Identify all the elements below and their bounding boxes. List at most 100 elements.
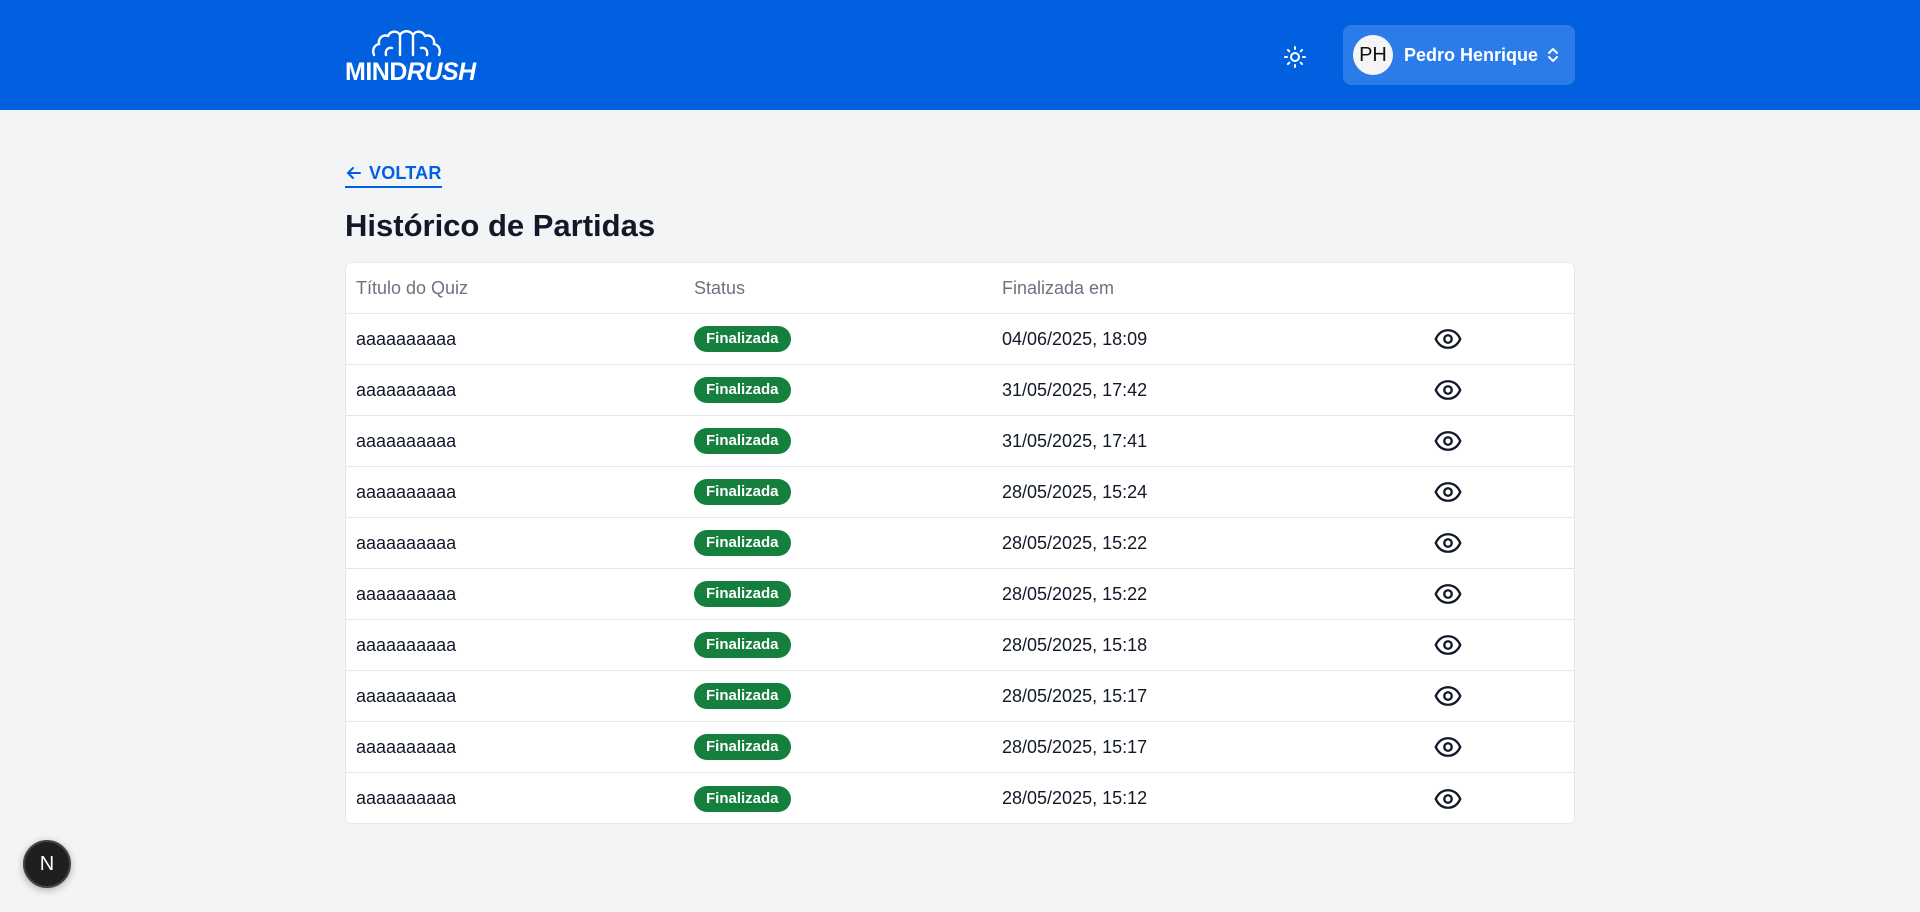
brand-wordmark: MINDRUSH bbox=[345, 58, 476, 86]
view-match-button[interactable] bbox=[1432, 425, 1464, 457]
actions-cell bbox=[1434, 680, 1574, 712]
actions-cell bbox=[1434, 476, 1574, 508]
status-badge: Finalizada bbox=[694, 530, 791, 556]
table-row: aaaaaaaaaa Finalizada 28/05/2025, 15:17 bbox=[346, 722, 1574, 773]
status-badge: Finalizada bbox=[694, 632, 791, 658]
back-link-label: VOLTAR bbox=[369, 162, 442, 183]
view-match-button[interactable] bbox=[1432, 527, 1464, 559]
quiz-title-cell: aaaaaaaaaa bbox=[356, 430, 457, 451]
table-row: aaaaaaaaaa Finalizada 04/06/2025, 18:09 bbox=[346, 314, 1574, 365]
status-badge: Finalizada bbox=[694, 428, 791, 454]
actions-cell bbox=[1434, 578, 1574, 610]
status-cell: Finalizada bbox=[694, 581, 1002, 607]
finished-at-cell: 28/05/2025, 15:18 bbox=[1002, 634, 1148, 655]
table-row: aaaaaaaaaa Finalizada 31/05/2025, 17:42 bbox=[346, 365, 1574, 416]
view-match-button[interactable] bbox=[1432, 374, 1464, 406]
arrow-left-icon bbox=[347, 167, 361, 179]
status-cell: Finalizada bbox=[694, 326, 1002, 352]
eye-icon bbox=[1434, 635, 1462, 655]
page-title: Histórico de Partidas bbox=[345, 208, 656, 243]
status-cell: Finalizada bbox=[694, 632, 1002, 658]
sun-icon bbox=[1284, 46, 1306, 68]
actions-cell bbox=[1434, 374, 1574, 406]
status-cell: Finalizada bbox=[694, 377, 1002, 403]
table-header-row: Título do Quiz Status Finalizada em bbox=[346, 263, 1574, 314]
table-row: aaaaaaaaaa Finalizada 31/05/2025, 17:41 bbox=[346, 416, 1574, 467]
status-cell: Finalizada bbox=[694, 785, 1002, 812]
eye-icon bbox=[1434, 380, 1462, 400]
brain-icon bbox=[372, 30, 441, 57]
status-cell: Finalizada bbox=[694, 479, 1002, 505]
finished-at-cell: 28/05/2025, 15:22 bbox=[1002, 532, 1148, 553]
view-match-button[interactable] bbox=[1432, 731, 1464, 763]
quiz-title-cell: aaaaaaaaaa bbox=[356, 379, 457, 400]
quiz-title-cell: aaaaaaaaaa bbox=[356, 736, 457, 757]
eye-icon bbox=[1434, 686, 1462, 706]
user-name: Pedro Henrique bbox=[1404, 44, 1539, 65]
nextjs-dev-badge[interactable]: N bbox=[23, 840, 71, 888]
status-badge: Finalizada bbox=[694, 581, 791, 607]
view-match-button[interactable] bbox=[1432, 783, 1464, 815]
view-match-button[interactable] bbox=[1432, 629, 1464, 661]
actions-cell bbox=[1434, 527, 1574, 559]
table-row: aaaaaaaaaa Finalizada 28/05/2025, 15:22 bbox=[346, 569, 1574, 620]
eye-icon bbox=[1434, 788, 1462, 809]
finished-at-cell: 28/05/2025, 15:24 bbox=[1002, 481, 1148, 502]
view-match-button[interactable] bbox=[1432, 680, 1464, 712]
status-cell: Finalizada bbox=[694, 530, 1002, 556]
quiz-title-cell: aaaaaaaaaa bbox=[356, 634, 457, 655]
view-match-button[interactable] bbox=[1432, 476, 1464, 508]
table-row: aaaaaaaaaa Finalizada 28/05/2025, 15:12 bbox=[346, 773, 1574, 823]
table-body: aaaaaaaaaa Finalizada 04/06/2025, 18:09 aaa… bbox=[346, 314, 1574, 823]
quiz-title-cell: aaaaaaaaaa bbox=[356, 532, 457, 553]
status-badge: Finalizada bbox=[694, 377, 791, 403]
eye-icon bbox=[1434, 533, 1462, 553]
status-badge: Finalizada bbox=[694, 683, 791, 709]
status-badge: Finalizada bbox=[694, 479, 791, 505]
status-cell: Finalizada bbox=[694, 683, 1002, 709]
user-menu-button[interactable]: PH Pedro Henrique bbox=[1343, 25, 1575, 85]
avatar: PH bbox=[1353, 35, 1393, 75]
actions-cell bbox=[1434, 731, 1574, 763]
actions-cell bbox=[1434, 323, 1574, 355]
view-match-button[interactable] bbox=[1432, 578, 1464, 610]
status-badge: Finalizada bbox=[694, 785, 791, 812]
quiz-title-cell: aaaaaaaaaa bbox=[356, 583, 457, 604]
table-row: aaaaaaaaaa Finalizada 28/05/2025, 15:17 bbox=[346, 671, 1574, 722]
status-badge: Finalizada bbox=[694, 734, 791, 760]
finished-at-cell: 31/05/2025, 17:42 bbox=[1002, 379, 1148, 400]
quiz-title-cell: aaaaaaaaaa bbox=[356, 481, 457, 502]
eye-icon bbox=[1434, 737, 1462, 757]
status-badge: Finalizada bbox=[694, 326, 791, 352]
table-row: aaaaaaaaaa Finalizada 28/05/2025, 15:22 bbox=[346, 518, 1574, 569]
status-cell: Finalizada bbox=[694, 734, 1002, 760]
column-header-status: Status bbox=[694, 277, 746, 298]
eye-icon bbox=[1434, 431, 1462, 451]
back-link[interactable]: VOLTAR bbox=[345, 162, 442, 188]
chevrons-up-down-icon bbox=[1548, 48, 1558, 62]
match-history-table: Título do Quiz Status Finalizada em aaaa… bbox=[345, 262, 1575, 824]
eye-icon bbox=[1434, 482, 1462, 502]
quiz-title-cell: aaaaaaaaaa bbox=[356, 328, 457, 349]
quiz-title-cell: aaaaaaaaaa bbox=[356, 788, 457, 808]
nextjs-logo-icon: N bbox=[39, 852, 55, 875]
eye-icon bbox=[1434, 584, 1462, 604]
column-header-finished-at: Finalizada em bbox=[1002, 277, 1115, 298]
mindrush-logo[interactable]: MINDRUSH bbox=[345, 28, 476, 86]
finished-at-cell: 28/05/2025, 15:22 bbox=[1002, 583, 1148, 604]
table-row: aaaaaaaaaa Finalizada 28/05/2025, 15:24 bbox=[346, 467, 1574, 518]
actions-cell bbox=[1434, 629, 1574, 661]
theme-toggle-button[interactable] bbox=[1278, 40, 1312, 74]
quiz-title-cell: aaaaaaaaaa bbox=[356, 685, 457, 706]
finished-at-cell: 28/05/2025, 15:17 bbox=[1002, 685, 1148, 706]
top-navbar: MINDRUSH PH Pedro Henrique bbox=[0, 0, 1920, 110]
finished-at-cell: 28/05/2025, 15:17 bbox=[1002, 736, 1148, 757]
actions-cell bbox=[1434, 425, 1574, 457]
finished-at-cell: 31/05/2025, 17:41 bbox=[1002, 430, 1148, 451]
view-match-button[interactable] bbox=[1432, 323, 1464, 355]
eye-icon bbox=[1434, 329, 1462, 349]
column-header-quiz-title: Título do Quiz bbox=[356, 277, 469, 298]
finished-at-cell: 04/06/2025, 18:09 bbox=[1002, 328, 1148, 349]
actions-cell bbox=[1434, 783, 1574, 815]
finished-at-cell: 28/05/2025, 15:12 bbox=[1002, 788, 1148, 808]
